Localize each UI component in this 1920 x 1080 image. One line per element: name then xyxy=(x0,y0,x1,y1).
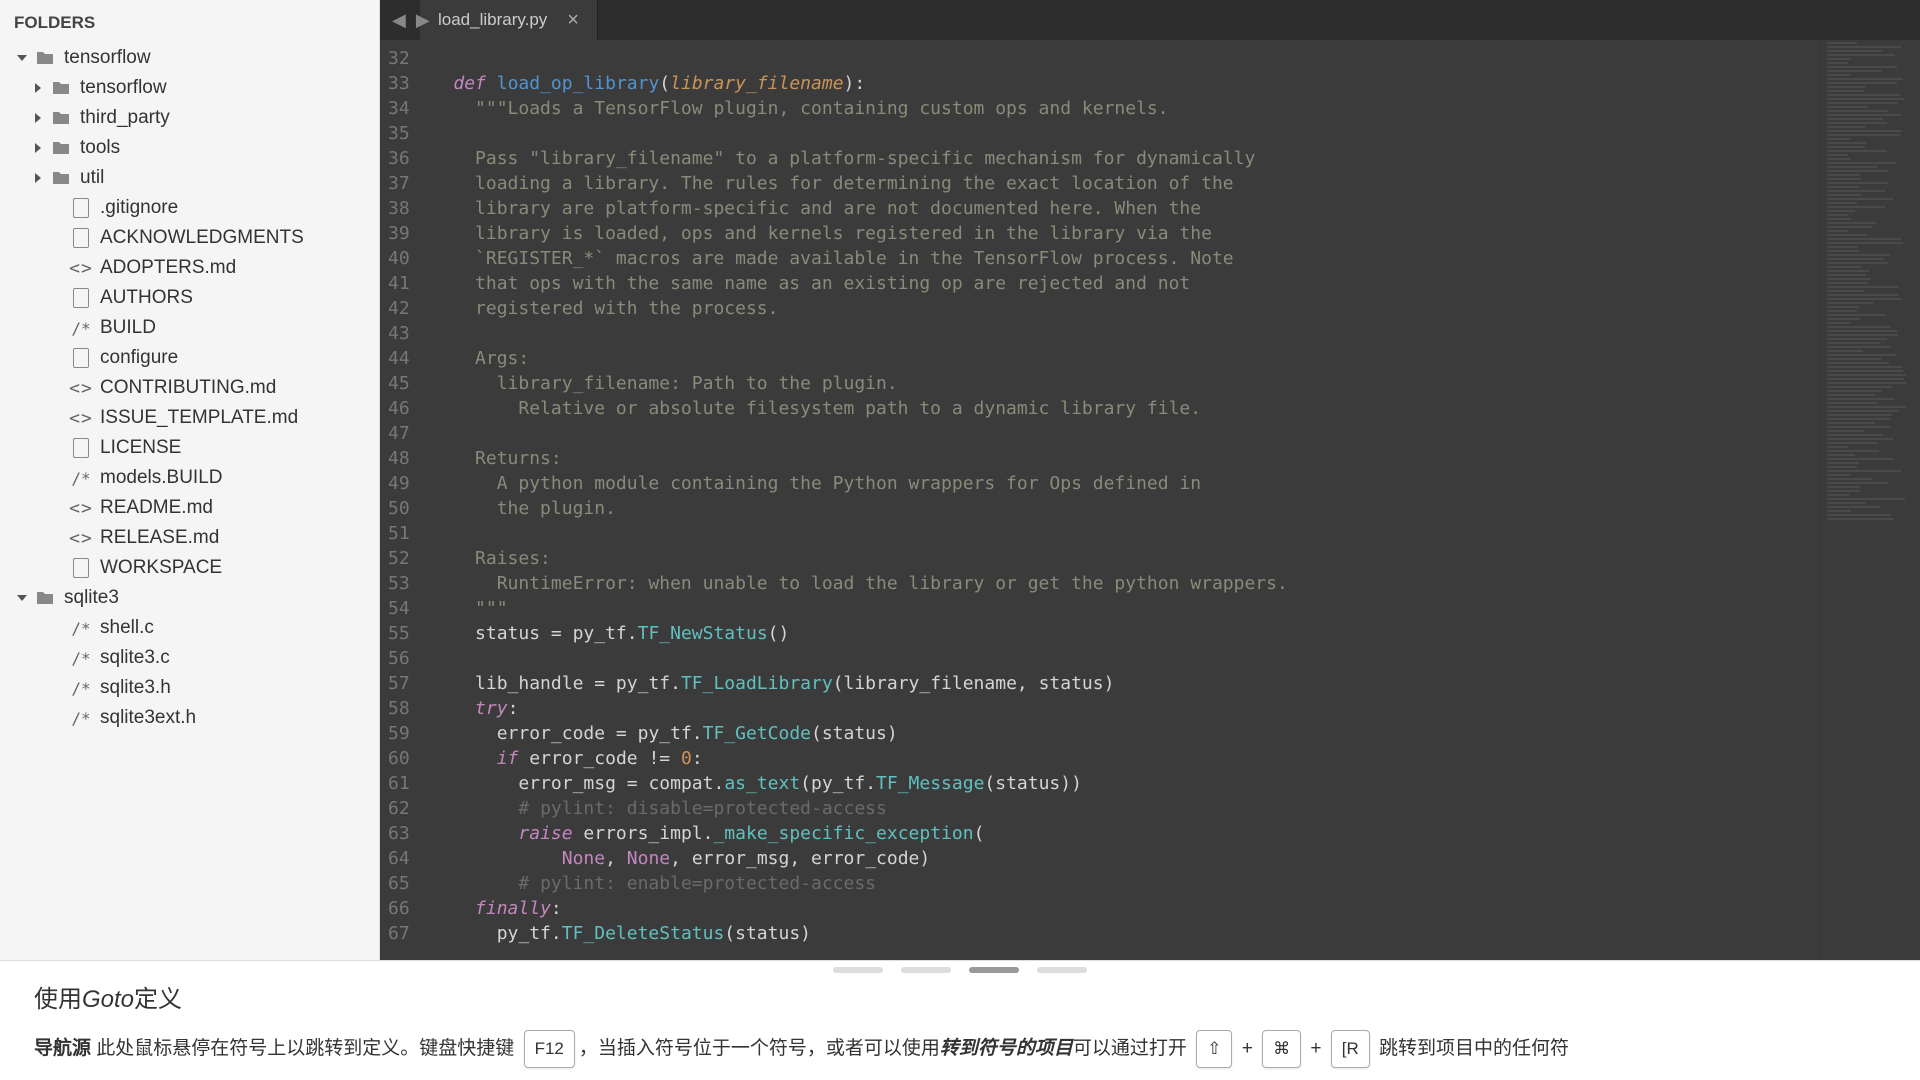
item-label: LICENSE xyxy=(100,437,181,459)
item-label: tensorflow xyxy=(80,77,167,99)
minimap[interactable] xyxy=(1820,40,1920,960)
item-label: sqlite3ext.h xyxy=(100,707,196,729)
key-cmd: ⌘ xyxy=(1262,1030,1301,1068)
file-icon xyxy=(70,227,92,249)
sidebar: FOLDERS tensorflow tensorflow third_partyt… xyxy=(0,0,380,960)
editor-area: ◀ ▶ load_library.py × 323334353637383940… xyxy=(380,0,1920,960)
file-release-md[interactable]: <> RELEASE.md xyxy=(0,523,379,553)
code-icon: /* xyxy=(70,677,92,699)
key-shift: ⇧ xyxy=(1196,1030,1232,1068)
file-contributing-md[interactable]: <> CONTRIBUTING.md xyxy=(0,373,379,403)
code-icon: /* xyxy=(70,617,92,639)
item-label: ISSUE_TEMPLATE.md xyxy=(100,407,298,429)
sidebar-header: FOLDERS xyxy=(0,5,379,43)
file-sqlite3-c[interactable]: /* sqlite3.c xyxy=(0,643,379,673)
folder-util[interactable]: util xyxy=(0,163,379,193)
chevron-down-icon[interactable] xyxy=(14,590,30,606)
folder-icon xyxy=(50,167,72,189)
item-label: .gitignore xyxy=(100,197,178,219)
folder-icon xyxy=(50,77,72,99)
item-label: sqlite3.c xyxy=(100,647,170,669)
help-title: 使用Goto定义 xyxy=(34,979,1886,1014)
item-label: sqlite3 xyxy=(64,587,119,609)
file-workspace[interactable]: WORKSPACE xyxy=(0,553,379,583)
tab-load-library[interactable]: load_library.py × xyxy=(420,0,598,42)
folder-icon xyxy=(50,137,72,159)
file-issue-template-md[interactable]: <> ISSUE_TEMPLATE.md xyxy=(0,403,379,433)
file--gitignore[interactable]: .gitignore xyxy=(0,193,379,223)
key-r: [R xyxy=(1331,1030,1370,1068)
folder-icon xyxy=(34,47,56,69)
file-configure[interactable]: configure xyxy=(0,343,379,373)
key-f12: F12 xyxy=(524,1030,575,1068)
bottom-panel: 使用Goto定义 导航源 此处鼠标悬停在符号上以跳转到定义。键盘快捷键 F12，… xyxy=(0,960,1920,1080)
file-icon xyxy=(70,197,92,219)
file-sqlite3-h[interactable]: /* sqlite3.h xyxy=(0,673,379,703)
file-acknowledgments[interactable]: ACKNOWLEDGMENTS xyxy=(0,223,379,253)
chevron-right-icon[interactable] xyxy=(30,170,46,186)
item-label: RELEASE.md xyxy=(100,527,219,549)
file-sqlite3ext-h[interactable]: /* sqlite3ext.h xyxy=(0,703,379,733)
item-label: BUILD xyxy=(100,317,156,339)
item-label: configure xyxy=(100,347,178,369)
code-icon: /* xyxy=(70,707,92,729)
code-icon: /* xyxy=(70,647,92,669)
file-icon xyxy=(70,437,92,459)
chevron-right-icon[interactable] xyxy=(30,110,46,126)
item-label: ACKNOWLEDGMENTS xyxy=(100,227,304,249)
item-label: models.BUILD xyxy=(100,467,223,489)
page-indicator xyxy=(833,957,1087,973)
help-text: 导航源 此处鼠标悬停在符号上以跳转到定义。键盘快捷键 F12，当插入符号位于一个… xyxy=(34,1030,1886,1068)
nav-back-icon[interactable]: ◀ xyxy=(388,10,410,31)
nav-forward-icon[interactable]: ▶ xyxy=(412,10,434,31)
folder-icon xyxy=(50,107,72,129)
item-label: shell.c xyxy=(100,617,154,639)
folder-icon xyxy=(34,587,56,609)
markdown-icon: <> xyxy=(70,377,92,399)
item-label: sqlite3.h xyxy=(100,677,171,699)
file-icon xyxy=(70,557,92,579)
item-label: tensorflow xyxy=(64,47,151,69)
item-label: CONTRIBUTING.md xyxy=(100,377,276,399)
markdown-icon: <> xyxy=(70,407,92,429)
file-adopters-md[interactable]: <> ADOPTERS.md xyxy=(0,253,379,283)
folder-sqlite3[interactable]: sqlite3 xyxy=(0,583,379,613)
code-icon: /* xyxy=(70,317,92,339)
tab-bar: load_library.py × xyxy=(380,0,1920,40)
markdown-icon: <> xyxy=(70,527,92,549)
folder-third-party[interactable]: third_party xyxy=(0,103,379,133)
item-label: WORKSPACE xyxy=(100,557,222,579)
file-shell-c[interactable]: /* shell.c xyxy=(0,613,379,643)
folder-tools[interactable]: tools xyxy=(0,133,379,163)
item-label: ADOPTERS.md xyxy=(100,257,236,279)
file-build[interactable]: /* BUILD xyxy=(0,313,379,343)
line-gutter: 3233343536373839404142434445464748495051… xyxy=(380,40,424,960)
chevron-right-icon[interactable] xyxy=(30,140,46,156)
file-icon xyxy=(70,287,92,309)
chevron-down-icon[interactable] xyxy=(14,50,30,66)
file-readme-md[interactable]: <> README.md xyxy=(0,493,379,523)
item-label: AUTHORS xyxy=(100,287,193,309)
folder-tensorflow[interactable]: tensorflow xyxy=(0,43,379,73)
item-label: README.md xyxy=(100,497,213,519)
markdown-icon: <> xyxy=(70,257,92,279)
close-icon[interactable]: × xyxy=(567,9,579,32)
file-license[interactable]: LICENSE xyxy=(0,433,379,463)
markdown-icon: <> xyxy=(70,497,92,519)
item-label: tools xyxy=(80,137,120,159)
chevron-right-icon[interactable] xyxy=(30,80,46,96)
code-editor[interactable]: def load_op_library(library_filename): "… xyxy=(424,40,1820,960)
tab-label: load_library.py xyxy=(438,10,547,30)
item-label: util xyxy=(80,167,104,189)
file-models-build[interactable]: /* models.BUILD xyxy=(0,463,379,493)
folder-tensorflow[interactable]: tensorflow xyxy=(0,73,379,103)
file-authors[interactable]: AUTHORS xyxy=(0,283,379,313)
code-icon: /* xyxy=(70,467,92,489)
file-icon xyxy=(70,347,92,369)
item-label: third_party xyxy=(80,107,170,129)
